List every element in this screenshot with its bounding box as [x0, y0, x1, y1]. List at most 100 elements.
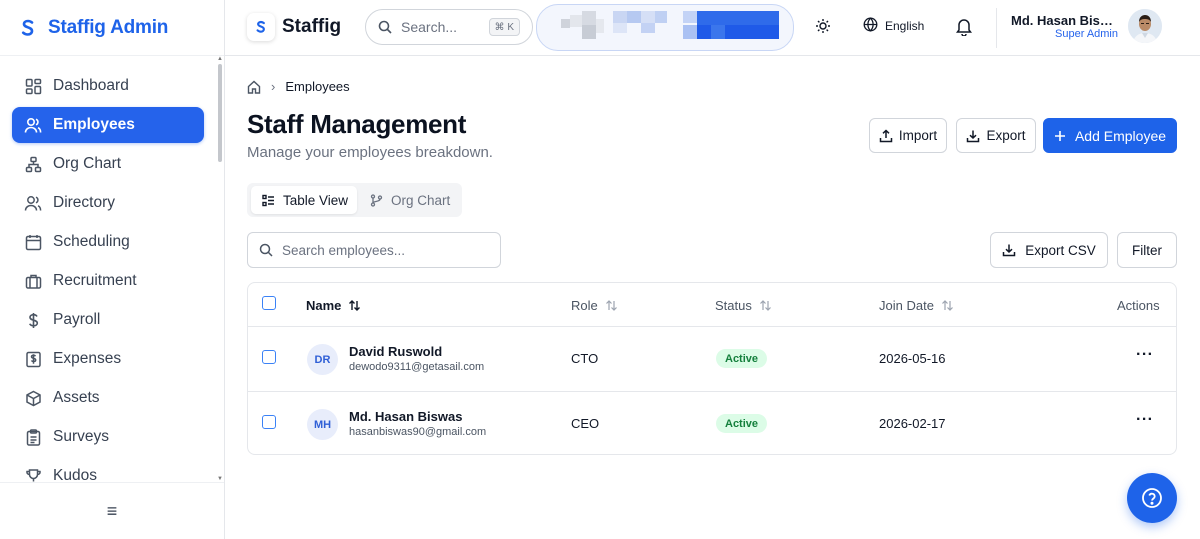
employee-name[interactable]: Md. Hasan Biswas — [349, 409, 462, 424]
sidebar-item-scheduling[interactable]: Scheduling — [12, 224, 204, 260]
employee-email: dewodo9311@getasail.com — [349, 361, 485, 373]
sidebar-item-assets[interactable]: Assets — [12, 380, 204, 416]
sidebar-item-surveys[interactable]: Surveys — [12, 419, 204, 455]
employee-role: CTO — [571, 351, 599, 366]
sidebar-item-employees[interactable]: Employees — [12, 107, 204, 143]
status-badge: Active — [716, 349, 768, 368]
page-title: Staff Management — [247, 109, 467, 139]
employee-join-date: 2026-05-16 — [879, 351, 946, 366]
chevron-right-icon: › — [271, 79, 276, 94]
sidebar: Staffig Admin Dashboard Employees Org Ch… — [0, 0, 225, 539]
sidebar-brand[interactable]: Staffig Admin — [0, 0, 224, 56]
employee-name[interactable]: David Ruswold — [349, 344, 442, 359]
sidebar-brand-title: Staffig Admin — [48, 16, 169, 38]
menu-toggle-icon[interactable]: ≡ — [107, 501, 118, 522]
page-subtitle: Manage your employees breakdown. — [247, 144, 493, 161]
column-header-status-label: Status — [715, 297, 752, 313]
sidebar-item-label: Dashboard — [53, 77, 129, 94]
export-button-label: Export — [986, 128, 1026, 143]
view-toggle: Table View Org Chart — [247, 183, 462, 217]
sort-icon — [348, 299, 361, 312]
briefcase-icon — [24, 272, 42, 290]
sidebar-item-dashboard[interactable]: Dashboard — [12, 68, 204, 104]
topbar-brand: Staffig — [282, 16, 342, 37]
blurred-redacted-area — [536, 4, 794, 51]
sidebar-item-directory[interactable]: Directory — [12, 185, 204, 221]
employee-avatar: DR — [307, 344, 338, 375]
theme-toggle-sun-icon[interactable] — [815, 18, 831, 39]
sidebar-item-label: Kudos — [53, 467, 97, 482]
sidebar-item-label: Surveys — [53, 428, 109, 445]
row-checkbox[interactable] — [262, 350, 276, 364]
import-button-label: Import — [898, 128, 938, 143]
upload-icon — [879, 128, 893, 143]
user-avatar[interactable] — [1128, 9, 1162, 43]
column-header-join-date-label: Join Date — [879, 297, 934, 313]
language-selector[interactable]: English — [863, 17, 924, 35]
import-button[interactable]: Import — [869, 118, 947, 153]
topbar-divider — [996, 8, 997, 48]
sidebar-item-org-chart[interactable]: Org Chart — [12, 146, 204, 182]
status-badge: Active — [716, 414, 768, 433]
sidebar-item-payroll[interactable]: Payroll — [12, 302, 204, 338]
sidebar-footer: ≡ — [0, 482, 224, 539]
receipt-icon — [24, 350, 42, 368]
box-icon — [24, 389, 42, 407]
employee-join-date: 2026-02-17 — [879, 416, 946, 431]
column-header-status[interactable]: Status — [715, 283, 772, 327]
filter-button[interactable]: Filter — [1117, 232, 1177, 268]
column-header-name[interactable]: Name — [306, 283, 361, 327]
dashboard-icon — [24, 77, 42, 95]
top-bar: Staffig Search... ⌘ K English Md. Hasan … — [225, 0, 1200, 56]
row-actions-menu-icon[interactable]: ··· — [1136, 346, 1153, 364]
employee-search-input[interactable]: Search employees... — [247, 232, 501, 268]
help-button[interactable] — [1127, 473, 1177, 523]
globe-icon — [863, 17, 878, 35]
sidebar-item-expenses[interactable]: Expenses — [12, 341, 204, 377]
notifications-bell-icon[interactable] — [955, 17, 973, 41]
tab-org-chart[interactable]: Org Chart — [359, 186, 459, 214]
tab-table-view[interactable]: Table View — [251, 186, 358, 214]
dollar-icon — [24, 311, 42, 329]
sidebar-item-label: Directory — [53, 194, 116, 211]
column-header-role-label: Role — [571, 297, 598, 313]
sidebar-scrollbar[interactable]: ▲ ▼ — [216, 56, 224, 482]
export-button[interactable]: Export — [956, 118, 1036, 153]
table-row[interactable]: DR David Ruswold dewodo9311@getasail.com… — [248, 326, 1176, 391]
add-employee-button[interactable]: Add Employee — [1043, 118, 1177, 153]
global-search-input[interactable]: Search... ⌘ K — [365, 9, 533, 45]
employee-avatar: MH — [307, 409, 338, 440]
staffig-logo-icon — [18, 18, 38, 38]
employee-role: CEO — [571, 416, 600, 431]
clipboard-icon — [24, 428, 42, 446]
employees-table: Name Role Status Join Date Actions DR Da… — [247, 282, 1177, 455]
breadcrumb: › Employees — [247, 79, 350, 94]
org-chart-icon — [24, 155, 42, 173]
table-row[interactable]: MH Md. Hasan Biswas hasanbiswas90@gmail.… — [248, 391, 1176, 454]
home-icon[interactable] — [247, 80, 261, 94]
tab-table-view-label: Table View — [283, 192, 349, 208]
search-icon — [259, 243, 273, 257]
export-csv-button[interactable]: Export CSV — [990, 232, 1108, 268]
tab-org-chart-label: Org Chart — [391, 192, 451, 208]
search-icon — [378, 20, 392, 34]
scroll-up-arrow-icon[interactable]: ▲ — [217, 56, 223, 62]
sidebar-nav: Dashboard Employees Org Chart Directory … — [0, 68, 216, 482]
sidebar-item-label: Assets — [53, 389, 100, 406]
user-name[interactable]: Md. Hasan Biswas — [1011, 13, 1119, 28]
topbar-logo-icon[interactable] — [247, 13, 275, 41]
git-branch-icon — [370, 193, 383, 207]
list-icon — [262, 194, 275, 207]
sidebar-item-recruitment[interactable]: Recruitment — [12, 263, 204, 299]
sidebar-item-kudos[interactable]: Kudos — [12, 458, 204, 482]
row-checkbox[interactable] — [262, 415, 276, 429]
sort-icon — [605, 299, 618, 312]
row-actions-menu-icon[interactable]: ··· — [1136, 411, 1153, 429]
column-header-join-date[interactable]: Join Date — [879, 283, 954, 327]
employee-search-placeholder: Search employees... — [282, 242, 406, 258]
column-header-role[interactable]: Role — [571, 283, 618, 327]
select-all-checkbox[interactable] — [262, 296, 276, 310]
sidebar-scroll-thumb[interactable] — [218, 64, 222, 162]
sidebar-item-label: Employees — [53, 116, 135, 133]
column-header-actions: Actions — [1117, 283, 1160, 327]
